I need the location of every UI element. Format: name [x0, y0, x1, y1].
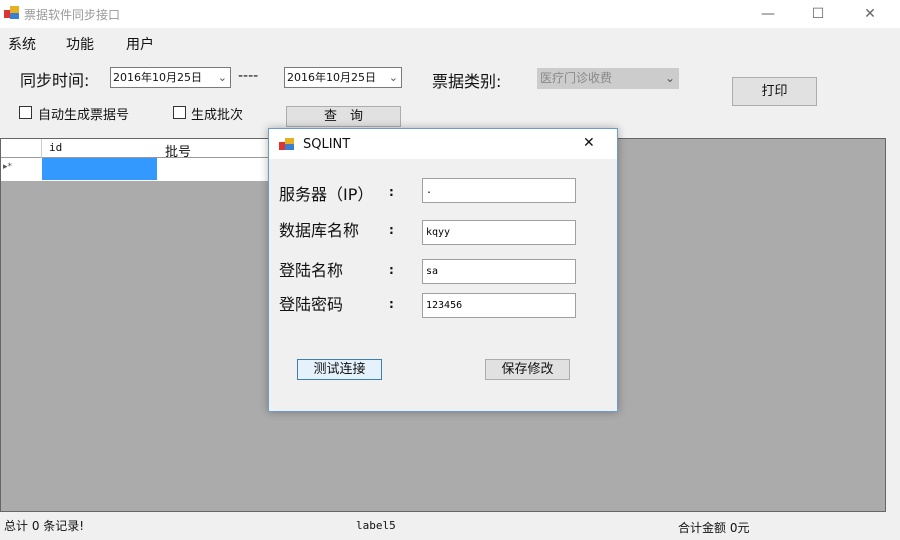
- chevron-down-icon: ⌄: [217, 71, 227, 84]
- chevron-down-icon: ⌄: [388, 71, 398, 84]
- menu-user[interactable]: 用户: [126, 34, 154, 54]
- date-to-picker[interactable]: 2016年10月25日 ⌄: [284, 67, 402, 88]
- date-separator: ----: [238, 68, 259, 84]
- password-input[interactable]: [422, 293, 576, 318]
- colon: :: [389, 297, 394, 311]
- colon: :: [389, 263, 394, 277]
- sqlint-dialog: SQLINT ✕ 服务器（IP） : 数据库名称 : 登陆名称 : 登陆密码 :…: [268, 128, 618, 412]
- colon: :: [389, 185, 394, 199]
- menu-bar: 系统 功能 用户: [0, 30, 900, 56]
- category-label: 票据类别:: [432, 72, 502, 91]
- title-bar: 票据软件同步接口 — ☐ ✕: [0, 0, 900, 28]
- row-marker: ▸*: [3, 162, 13, 172]
- dialog-title-bar: SQLINT ✕: [269, 129, 617, 159]
- print-button[interactable]: 打印: [732, 77, 817, 106]
- close-button[interactable]: ✕: [848, 2, 892, 26]
- window-title: 票据软件同步接口: [24, 8, 121, 22]
- auto-gen-checkbox[interactable]: [19, 106, 32, 119]
- app-icon: [4, 6, 20, 20]
- date-to-value: 2016年10月25日: [287, 71, 376, 84]
- menu-function[interactable]: 功能: [66, 34, 94, 54]
- test-connection-button[interactable]: 测试连接: [297, 359, 382, 380]
- app-icon: [279, 138, 295, 151]
- sync-time-label: 同步时间:: [20, 71, 90, 90]
- menu-system[interactable]: 系统: [8, 34, 36, 54]
- column-header-id[interactable]: id: [49, 141, 62, 154]
- save-changes-button[interactable]: 保存修改: [485, 359, 570, 380]
- login-name-label: 登陆名称: [279, 261, 344, 280]
- query-button[interactable]: 查 询: [286, 106, 401, 127]
- chevron-down-icon: ⌄: [664, 71, 675, 85]
- colon: :: [389, 223, 394, 237]
- gen-batch-label: 生成批次: [191, 108, 244, 123]
- table-row[interactable]: ▸*: [1, 158, 271, 181]
- status-bar: 总计 0 条记录! label5 合计金额 0元: [0, 512, 900, 540]
- total-amount: 合计金额 0元: [678, 521, 750, 535]
- minimize-button[interactable]: —: [746, 2, 790, 26]
- gen-batch-checkbox[interactable]: [173, 106, 186, 119]
- label5: label5: [356, 519, 396, 532]
- category-select[interactable]: 医疗门诊收费 ⌄: [537, 68, 679, 89]
- server-label: 服务器（IP）: [279, 185, 374, 204]
- dialog-title: SQLINT: [303, 137, 351, 152]
- maximize-button[interactable]: ☐: [796, 2, 840, 26]
- database-input[interactable]: [422, 220, 576, 245]
- server-input[interactable]: [422, 178, 576, 203]
- date-from-picker[interactable]: 2016年10月25日 ⌄: [110, 67, 231, 88]
- password-label: 登陆密码: [279, 295, 344, 314]
- selected-cell[interactable]: [42, 158, 157, 180]
- category-value: 医疗门诊收费: [540, 71, 613, 85]
- date-from-value: 2016年10月25日: [113, 71, 202, 84]
- dialog-close-button[interactable]: ✕: [583, 135, 595, 151]
- record-count: 总计 0 条记录!: [4, 519, 85, 533]
- login-name-input[interactable]: [422, 259, 576, 284]
- grid-header: id 批号: [1, 139, 271, 181]
- database-label: 数据库名称: [279, 221, 360, 240]
- auto-gen-label: 自动生成票据号: [38, 108, 130, 123]
